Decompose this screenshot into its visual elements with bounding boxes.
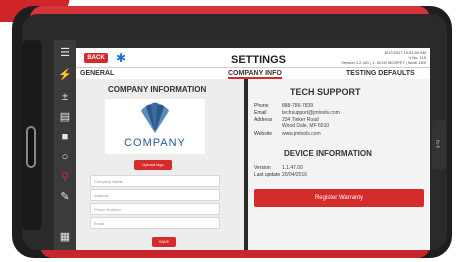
side-tab-text: fs-fi bbox=[434, 140, 440, 149]
support-website-row: Website www.jmtools.com bbox=[254, 131, 321, 137]
battery-test-icon[interactable]: ⚡ bbox=[58, 68, 72, 82]
last-update-value: 20/04/2016 bbox=[282, 172, 308, 178]
email-field[interactable]: Email bbox=[90, 217, 220, 229]
website-value[interactable]: www.jmtools.com bbox=[282, 131, 321, 137]
device-version-row: Version 1.1.47.00 bbox=[254, 165, 303, 171]
support-phone-row: Phone 888-786-7839 bbox=[254, 103, 313, 109]
logo-shell-icon bbox=[141, 102, 169, 133]
menu-icon[interactable]: ☰ bbox=[58, 46, 72, 60]
usb-port bbox=[26, 126, 36, 168]
clipboard-icon[interactable]: ▤ bbox=[58, 110, 72, 124]
settings-header: BACK ✱ SETTINGS 8/17/2017 10:51:50 AM V … bbox=[76, 48, 430, 68]
support-panel: TECH SUPPORT Phone 888-786-7839 Email tech… bbox=[248, 79, 430, 250]
version-label: Version bbox=[254, 165, 271, 171]
version-info: 8/17/2017 10:51:50 AM V No. 115 Version … bbox=[341, 50, 426, 65]
email-label: Email bbox=[254, 110, 267, 116]
company-logo-text: COMPANY bbox=[124, 137, 186, 149]
bulb-icon[interactable]: ○ bbox=[58, 150, 72, 164]
company-info-panel: COMPANY INFORMATION COMPANY Upload logo … bbox=[76, 79, 244, 250]
website-label: Website bbox=[254, 131, 272, 137]
address-line-2: Wood Dale, MF 6010 bbox=[282, 123, 330, 129]
address-value: 234 Tinker Road Wood Dale, MF 6010 bbox=[282, 117, 329, 129]
support-email-row: Email techsupport@jmtools.com bbox=[254, 110, 340, 116]
last-update-label: Last update bbox=[254, 172, 281, 178]
company-section-title: COMPANY INFORMATION bbox=[108, 85, 207, 94]
tech-support-title: TECH SUPPORT bbox=[290, 87, 361, 97]
support-address-row: Address 234 Tinker Road Wood Dale, MF 6010 bbox=[254, 117, 329, 129]
plus-minus-icon[interactable]: ± bbox=[58, 90, 72, 104]
phone-label: Phone bbox=[254, 103, 269, 109]
case-side-tab: fs-fi bbox=[432, 120, 446, 170]
tab-general[interactable]: GENERAL bbox=[80, 68, 114, 79]
tab-testing-defaults[interactable]: TESTING DEFAULTS bbox=[346, 68, 415, 79]
email-value[interactable]: techsupport@jmtools.com bbox=[282, 110, 340, 116]
address-label: Address bbox=[254, 117, 273, 123]
tab-bar: GENERAL COMPANY INFO TESTING DEFAULTS bbox=[76, 68, 430, 79]
folder-icon[interactable]: ■ bbox=[58, 130, 72, 144]
register-warranty-button[interactable]: Register Warranty bbox=[254, 189, 424, 207]
page-title: SETTINGS bbox=[231, 54, 287, 66]
device-lastupdate-row: Last update 20/04/2016 bbox=[254, 172, 307, 178]
upload-logo-button[interactable]: Upload logo bbox=[134, 160, 172, 170]
version-line-3: Version 1.2.421 | 1: 02:00 MOSFET | Work… bbox=[341, 60, 426, 65]
company-name-field[interactable]: Company Name bbox=[90, 175, 220, 187]
back-button[interactable]: BACK bbox=[84, 53, 108, 63]
tab-company-info[interactable]: COMPANY INFO bbox=[228, 68, 282, 79]
phone-number-field[interactable]: Phone Number bbox=[90, 203, 220, 215]
device-info-title: DEVICE INFORMATION bbox=[284, 149, 372, 158]
bluetooth-icon[interactable]: ✱ bbox=[116, 51, 126, 65]
photo-stage: fs-fi ☰ ⚡ ± ▤ ■ ○ ⚲ ✎ ▦ BACK ✱ SETTINGS … bbox=[0, 0, 464, 262]
edit-icon[interactable]: ✎ bbox=[58, 190, 72, 204]
status-bar bbox=[76, 40, 430, 48]
address-field[interactable]: Address bbox=[90, 189, 220, 201]
company-logo: COMPANY bbox=[105, 99, 205, 154]
report-icon[interactable]: ▦ bbox=[58, 230, 72, 244]
app-sidebar: ☰ ⚡ ± ▤ ■ ○ ⚲ ✎ ▦ bbox=[54, 40, 76, 250]
phone-value: 888-786-7839 bbox=[282, 103, 314, 109]
search-icon[interactable]: ⚲ bbox=[58, 170, 72, 184]
save-button[interactable]: SAVE bbox=[152, 237, 176, 247]
version-value: 1.1.47.00 bbox=[282, 165, 303, 171]
